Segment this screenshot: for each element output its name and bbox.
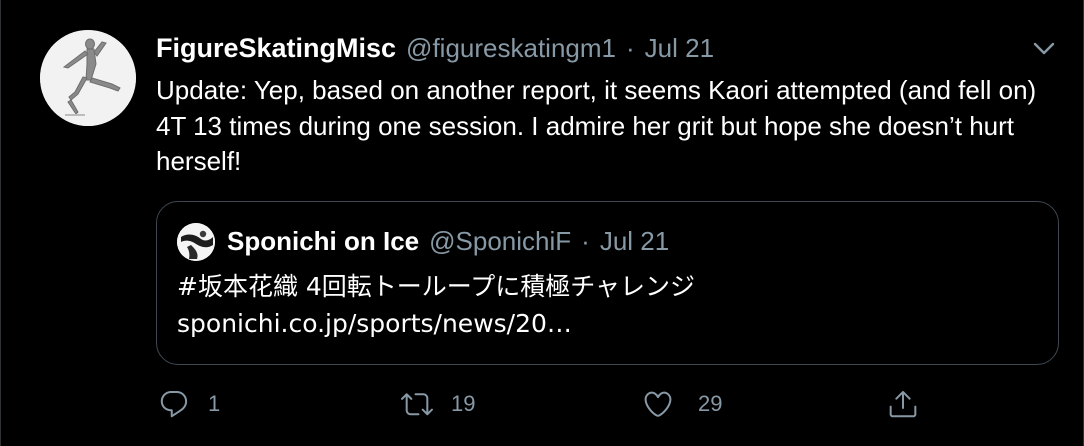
like-icon — [644, 391, 672, 417]
quoted-header-separator: · — [581, 225, 590, 256]
tweet-date[interactable]: Jul 21 — [645, 33, 714, 64]
tweet-header: FigureSkatingMisc @figureskatingm1 · Jul… — [156, 28, 714, 68]
author-avatar[interactable] — [40, 30, 136, 126]
chevron-down-icon — [1033, 42, 1055, 55]
quoted-tweet-header: Sponichi on Ice @SponichiF · Jul 21 — [227, 222, 669, 260]
author-handle[interactable]: @figureskatingm1 — [406, 33, 616, 64]
retweet-icon — [401, 393, 433, 416]
quoted-text-line: #坂本花織 4回転トーループに積極チャレンジ — [177, 272, 696, 301]
reply-icon — [160, 390, 188, 418]
reply-button[interactable]: 1 — [158, 384, 220, 424]
header-separator: · — [625, 32, 635, 63]
retweet-button[interactable]: 19 — [399, 384, 475, 424]
quoted-tweet-text: #坂本花織 4回転トーループに積極チャレンジ sponichi.co.jp/sp… — [177, 268, 1037, 342]
author-name[interactable]: FigureSkatingMisc — [156, 33, 396, 64]
quoted-author-avatar[interactable] — [177, 223, 215, 261]
quoted-author-name[interactable]: Sponichi on Ice — [227, 226, 419, 257]
skater-silhouette-icon — [40, 30, 136, 126]
more-options-button[interactable] — [1029, 36, 1059, 62]
action-bar: 1 19 29 — [1, 384, 1084, 424]
like-button[interactable]: 29 — [642, 384, 722, 424]
share-icon — [889, 391, 917, 418]
skater-photo-icon — [177, 223, 215, 261]
quoted-tweet[interactable]: Sponichi on Ice @SponichiF · Jul 21 #坂本花… — [156, 201, 1059, 365]
tweet-card[interactable]: FigureSkatingMisc @figureskatingm1 · Jul… — [0, 0, 1084, 446]
tweet-text: Update: Yep, based on another report, it… — [156, 75, 1037, 176]
share-button[interactable] — [887, 384, 919, 424]
quoted-author-handle[interactable]: @SponichiF — [429, 226, 571, 257]
retweet-count: 19 — [451, 391, 476, 416]
quoted-link[interactable]: sponichi.co.jp/sports/news/20… — [177, 305, 1037, 342]
quoted-tweet-date[interactable]: Jul 21 — [600, 226, 669, 257]
like-count: 29 — [698, 391, 723, 416]
reply-count: 1 — [208, 391, 221, 416]
